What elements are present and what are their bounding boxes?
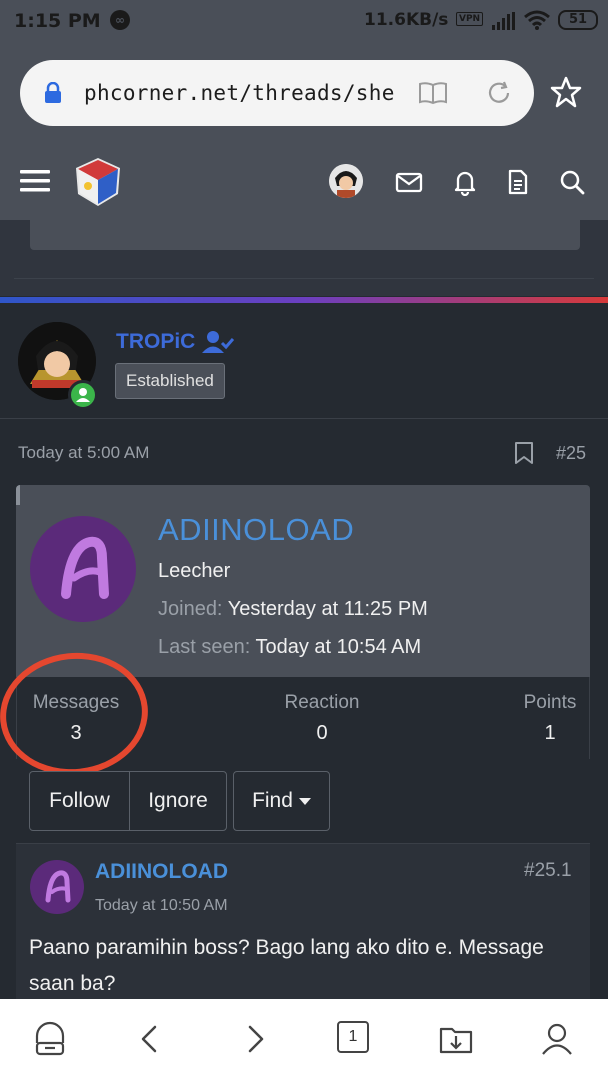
browser-toolbar: phcorner.net/threads/she [0, 44, 608, 144]
lock-icon [45, 82, 61, 103]
back-icon[interactable] [133, 1021, 169, 1057]
home-icon[interactable] [32, 1021, 68, 1057]
reply-avatar[interactable] [30, 860, 84, 914]
signal-icon [492, 12, 515, 30]
verified-user-icon [202, 331, 234, 353]
previous-post-box [30, 220, 580, 250]
tab-count: 1 [348, 1028, 358, 1045]
url-text[interactable]: phcorner.net/threads/she [84, 81, 395, 105]
reader-mode-icon[interactable] [418, 81, 448, 105]
post-number[interactable]: #25 [556, 443, 586, 464]
reply-number[interactable]: #25.1 [524, 860, 572, 882]
quote-header [16, 485, 590, 505]
downloads-icon[interactable] [438, 1021, 474, 1057]
stat-points-value: 1 [544, 722, 556, 744]
stat-reaction-label: Reaction [284, 692, 360, 713]
vpn-icon: VPN [456, 12, 484, 26]
find-label: Find [252, 789, 293, 812]
member-role: Leecher [158, 560, 231, 582]
forward-icon[interactable] [236, 1021, 272, 1057]
post-date[interactable]: Today at 5:00 AM [18, 443, 149, 463]
infinity-icon: ∞ [110, 10, 130, 30]
find-dropdown-button[interactable]: Find [233, 771, 330, 831]
bookmark-icon[interactable] [513, 441, 535, 465]
joined-row: Joined: Yesterday at 11:25 PM [158, 598, 428, 621]
member-username[interactable]: ADIINOLOAD [158, 512, 354, 548]
divider [14, 278, 594, 279]
reply-body: Paano paramihin boss? Bago lang ako dito… [29, 936, 544, 995]
tabs-button[interactable]: 1 [337, 1021, 369, 1053]
member-avatar[interactable] [30, 516, 136, 622]
bell-icon[interactable] [451, 168, 479, 196]
stat-reaction-value: 0 [316, 722, 328, 744]
status-bar: 1:15 PM ∞ 11.6KB/s VPN 51 [0, 0, 608, 44]
caret-down-icon [298, 797, 311, 805]
divider [0, 418, 608, 419]
phcorner-logo-icon[interactable] [72, 156, 124, 208]
battery-icon: 51 [558, 10, 598, 30]
joined-value: Yesterday at 11:25 PM [227, 598, 428, 620]
user-avatar[interactable] [329, 164, 363, 198]
user-title-badge: Established [115, 363, 225, 399]
reply-author[interactable]: ADIINOLOAD [95, 860, 228, 884]
last-seen-value: Today at 10:54 AM [255, 636, 422, 658]
ignore-button[interactable]: Ignore [129, 771, 227, 831]
menu-icon[interactable] [20, 168, 50, 194]
status-time: 1:15 PM [14, 10, 101, 32]
mail-icon[interactable] [395, 168, 423, 196]
star-icon[interactable] [550, 76, 582, 108]
search-icon[interactable] [558, 168, 586, 196]
address-bar[interactable]: phcorner.net/threads/she [20, 60, 534, 126]
profile-icon[interactable] [539, 1021, 575, 1057]
browser-bottom-nav: 1 [0, 999, 608, 1080]
site-header [0, 144, 608, 220]
stat-points-label: Points [523, 692, 577, 713]
reload-icon[interactable] [486, 80, 512, 106]
joined-label: Joined: [158, 598, 223, 620]
last-seen-label: Last seen: [158, 636, 251, 658]
reply-date[interactable]: Today at 10:50 AM [95, 897, 228, 915]
post-author-name[interactable]: TROPiC [116, 330, 195, 354]
last-seen-row: Last seen: Today at 10:54 AM [158, 636, 421, 659]
online-status-icon [68, 380, 98, 410]
wifi-icon [524, 10, 550, 30]
document-icon[interactable] [504, 168, 532, 196]
network-speed: 11.6KB/s [364, 10, 449, 30]
follow-button[interactable]: Follow [29, 771, 130, 831]
